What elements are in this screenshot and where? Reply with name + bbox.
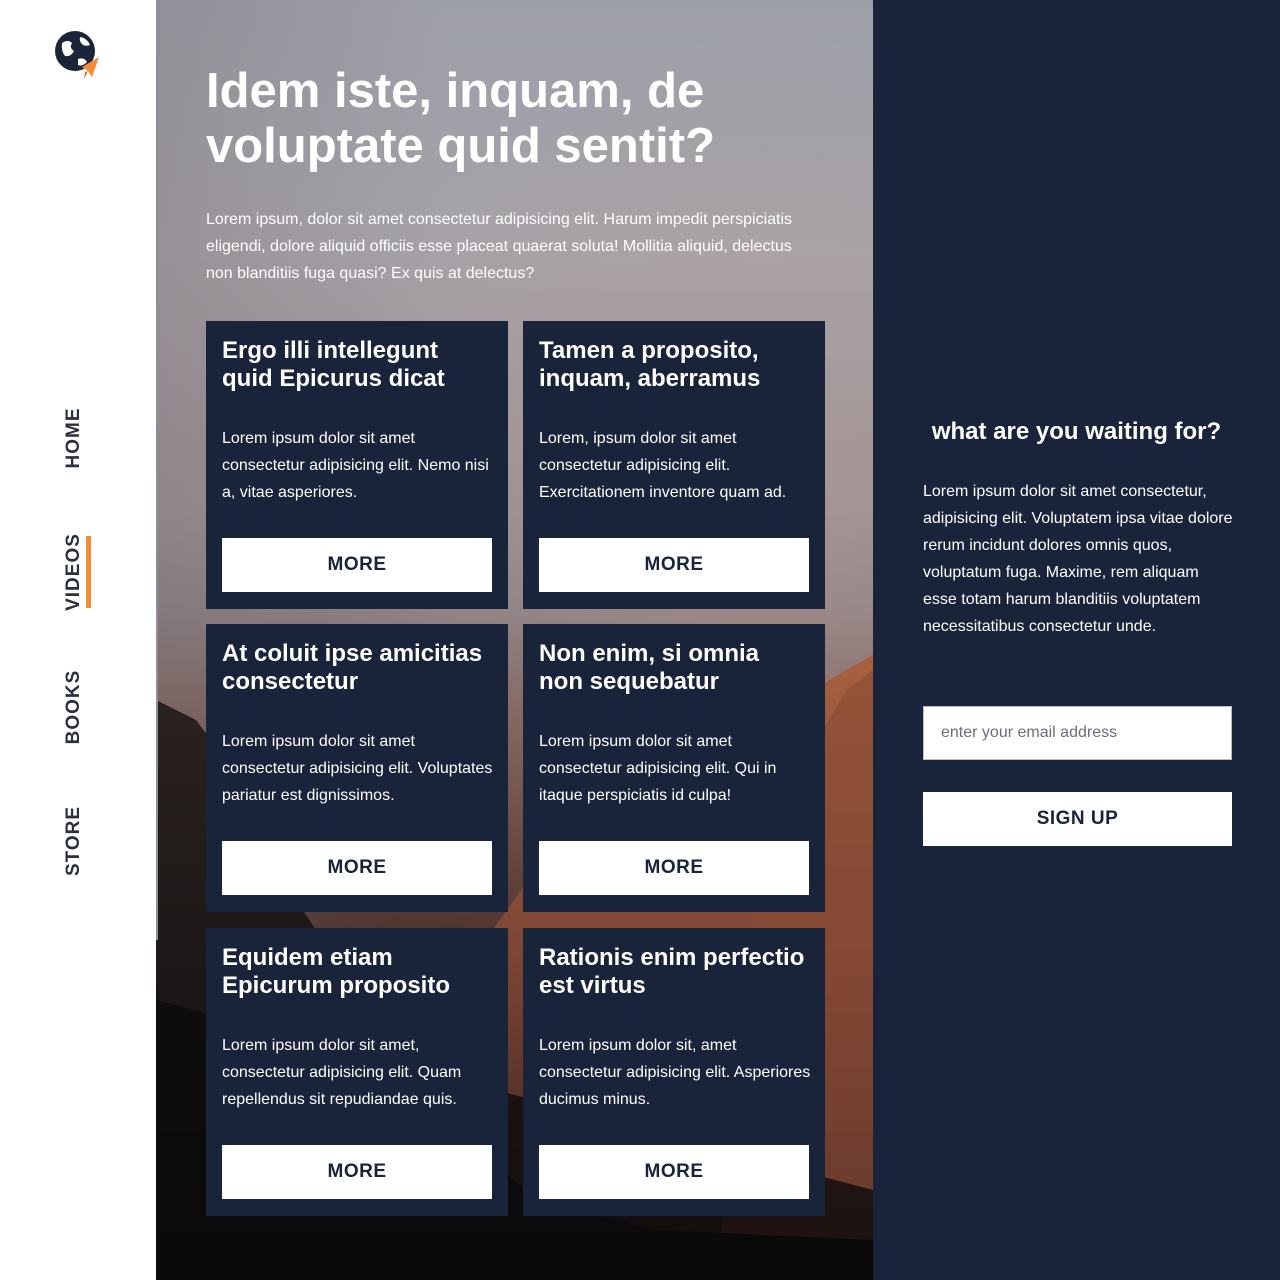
hero-section: Idem iste, inquam, de voluptate quid sen…	[156, 0, 873, 1280]
card-text: Lorem, ipsum dolor sit amet consectetur …	[539, 430, 787, 501]
card: Tamen a proposito, inquam, aberramus Lor…	[523, 321, 825, 609]
card-text: Lorem ipsum dolor sit, amet consectetur …	[539, 1037, 811, 1108]
more-button[interactable]: MORE	[539, 1145, 809, 1199]
sidebar: HOME VIDEOS BOOKS STORE	[0, 0, 156, 1280]
signup-description: Lorem ipsum dolor sit amet consectetur, …	[923, 483, 1233, 635]
nav-home[interactable]: HOME	[52, 398, 96, 478]
card-text: Lorem ipsum dolor sit amet consectetur a…	[539, 733, 777, 804]
more-button[interactable]: MORE	[539, 538, 809, 592]
more-button[interactable]: MORE	[222, 538, 492, 592]
card: Non enim, si omnia non sequebatur Lorem …	[523, 624, 825, 912]
card-text: Lorem ipsum dolor sit amet, consectetur …	[222, 1037, 462, 1108]
card-text: Lorem ipsum dolor sit amet consectetur a…	[222, 733, 493, 804]
card-text: Lorem ipsum dolor sit amet consectetur a…	[222, 430, 489, 501]
main-edge-line	[156, 0, 158, 940]
more-button[interactable]: MORE	[222, 1145, 492, 1199]
nav-books[interactable]: BOOKS	[52, 667, 96, 747]
card-title: Rationis enim perfectio est virtus	[539, 944, 805, 999]
card-title: Non enim, si omnia non sequebatur	[539, 640, 760, 695]
card: Rationis enim perfectio est virtus Lorem…	[523, 928, 825, 1216]
signup-title: what are you waiting for?	[931, 418, 1222, 445]
card-title: Ergo illi intellegunt quid Epicurus dica…	[222, 337, 445, 392]
active-indicator	[86, 536, 91, 608]
nav-store[interactable]: STORE	[52, 801, 96, 881]
nav-books-label: BOOKS	[63, 669, 84, 745]
card: Ergo illi intellegunt quid Epicurus dica…	[206, 321, 508, 609]
nav-videos-label: VIDEOS	[63, 533, 84, 611]
card-title: Equidem etiam Epicurum proposito	[222, 944, 450, 999]
card-title: Tamen a proposito, inquam, aberramus	[539, 337, 761, 392]
email-field[interactable]	[923, 706, 1232, 760]
sign-up-button[interactable]: SIGN UP	[923, 792, 1232, 846]
card-title: At coluit ipse amicitias consectetur	[222, 640, 483, 695]
card: At coluit ipse amicitias consectetur Lor…	[206, 624, 508, 912]
hero-description: Lorem ipsum, dolor sit amet consectetur …	[206, 211, 793, 282]
hero-title: Idem iste, inquam, de voluptate quid sen…	[206, 64, 716, 173]
nav-store-label: STORE	[63, 805, 84, 877]
globe-plane-icon[interactable]	[54, 29, 100, 83]
card: Equidem etiam Epicurum proposito Lorem i…	[206, 928, 508, 1216]
more-button[interactable]: MORE	[222, 841, 492, 895]
nav-videos[interactable]: VIDEOS	[52, 532, 96, 612]
signup-panel: what are you waiting for? Lorem ipsum do…	[873, 0, 1280, 1280]
nav-home-label: HOME	[63, 407, 84, 469]
more-button[interactable]: MORE	[539, 841, 809, 895]
